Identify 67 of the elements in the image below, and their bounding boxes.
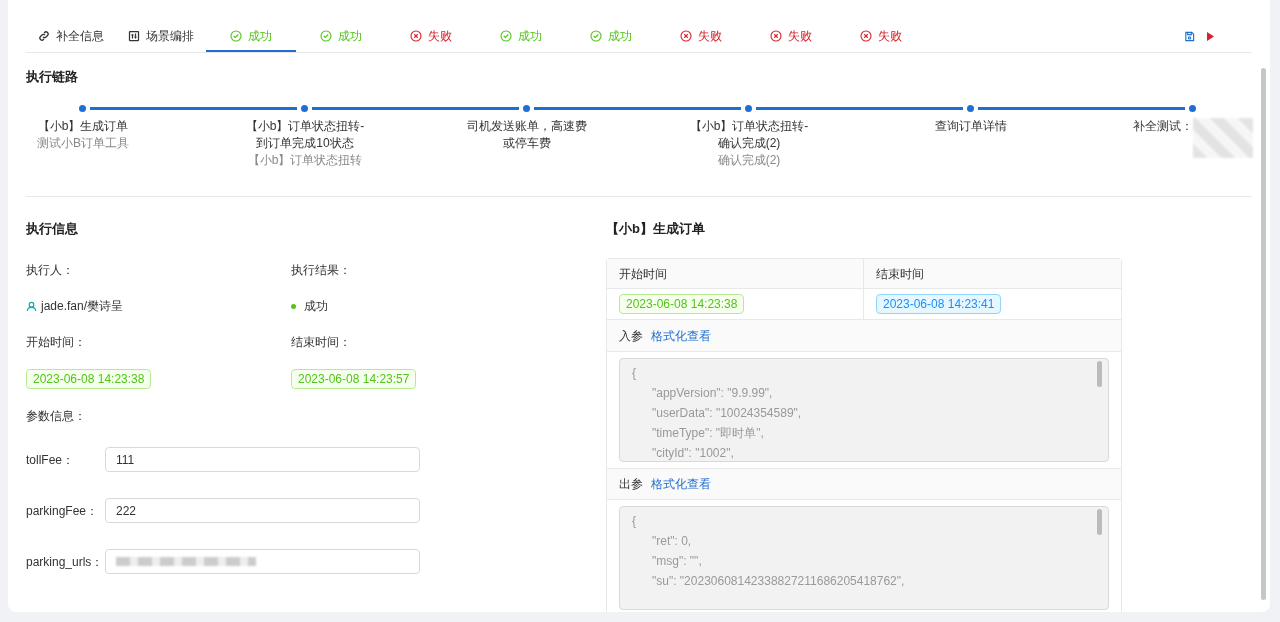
- input-params-box[interactable]: { "appVersion": "9.9.99", "userData": "10024354589", "timeType": "即时单", "cityId": "1002",: [619, 358, 1109, 462]
- param-field[interactable]: [105, 549, 420, 574]
- tab[interactable]: 场景编排: [116, 21, 206, 52]
- format-view-link[interactable]: 格式化查看: [651, 326, 711, 345]
- section-title: 执行链路: [26, 68, 78, 86]
- check-circle-icon: [320, 29, 332, 42]
- format-view-link[interactable]: 格式化查看: [651, 475, 711, 493]
- column-header: 结束时间: [875, 265, 925, 283]
- step-title: 【小b】订单状态扭转-确认完成(2): [688, 117, 810, 152]
- tab[interactable]: 失败: [746, 21, 836, 52]
- output-params-box[interactable]: { "ret": 0, "msg": "", "su": "20230608142338827211686205418762",: [619, 506, 1109, 610]
- layout-icon: [128, 29, 140, 42]
- step-title: 补全测试：: [1133, 117, 1193, 135]
- input-params-label: 入参: [619, 327, 643, 345]
- executor-name: jade.fan/樊诗呈: [41, 298, 124, 315]
- start-time-tag: 2023-06-08 14:23:38: [26, 369, 152, 389]
- param-field[interactable]: 222: [105, 498, 420, 523]
- user-icon: [26, 300, 37, 312]
- section-title: 【小b】生成订单: [606, 219, 705, 238]
- x-circle-icon: [770, 29, 782, 42]
- end-time-tag: 2023-06-08 14:23:57: [291, 369, 417, 389]
- field-label: 参数信息：: [26, 408, 86, 425]
- param-label: tollFee：: [26, 451, 76, 469]
- field-label: 开始时间：: [26, 334, 86, 351]
- start-time-tag: 2023-06-08 14:23:38: [619, 294, 745, 314]
- x-circle-icon: [410, 29, 422, 42]
- scrollbar-thumb: [1097, 361, 1102, 387]
- tab[interactable]: 失败: [836, 21, 926, 52]
- param-label: parkingFee：: [26, 502, 100, 520]
- play-icon[interactable]: [1207, 32, 1214, 41]
- check-circle-icon: [500, 29, 512, 42]
- step-title: 查询订单详情: [935, 117, 1007, 135]
- tab[interactable]: 补全信息: [26, 21, 116, 52]
- output-params-label: 出参: [619, 476, 643, 493]
- step-subtitle: 测试小B订单工具: [37, 134, 129, 152]
- step-subtitle: 【小b】订单状态扭转: [247, 151, 363, 169]
- step-subtitle: 确认完成(2): [717, 151, 781, 169]
- save-icon[interactable]: [1184, 31, 1195, 42]
- field-label: 结束时间：: [291, 334, 351, 351]
- step-title: 【小b】订单状态扭转-到订单完成10状态: [244, 117, 366, 152]
- step-title: 【小b】生成订单: [37, 117, 129, 135]
- x-circle-icon: [860, 29, 872, 42]
- code-line: "msg": "",: [652, 553, 702, 570]
- column-header: 开始时间: [607, 259, 864, 288]
- code-line: "ret": 0,: [652, 533, 692, 550]
- x-circle-icon: [680, 29, 692, 42]
- code-line: "appVersion": "9.9.99",: [652, 385, 773, 402]
- param-field[interactable]: 111: [105, 447, 420, 472]
- code-line: "userData": "10024354589",: [652, 405, 802, 422]
- section-title: 执行信息: [26, 219, 78, 238]
- field-label: 执行结果：: [291, 262, 351, 279]
- field-label: 执行人：: [26, 262, 74, 279]
- code-line: "cityId": "1002",: [652, 445, 734, 461]
- code-line: "su": "20230608142338827211686205418762",: [652, 573, 905, 590]
- code-line: "timeType": "即时单",: [652, 425, 764, 442]
- status-text: 成功: [304, 298, 328, 315]
- step-title: 司机发送账单，高速费或停车费: [466, 117, 588, 152]
- tab[interactable]: 失败: [386, 21, 476, 52]
- tab[interactable]: 失败: [656, 21, 746, 52]
- link-icon: [38, 29, 50, 42]
- check-circle-icon: [230, 29, 242, 42]
- param-label: parking_urls：: [26, 553, 105, 571]
- check-circle-icon: [590, 29, 602, 42]
- code-line: {: [632, 513, 636, 530]
- scrollbar-thumb: [1097, 509, 1102, 535]
- end-time-tag: 2023-06-08 14:23:41: [876, 294, 1002, 314]
- code-line: {: [632, 365, 636, 382]
